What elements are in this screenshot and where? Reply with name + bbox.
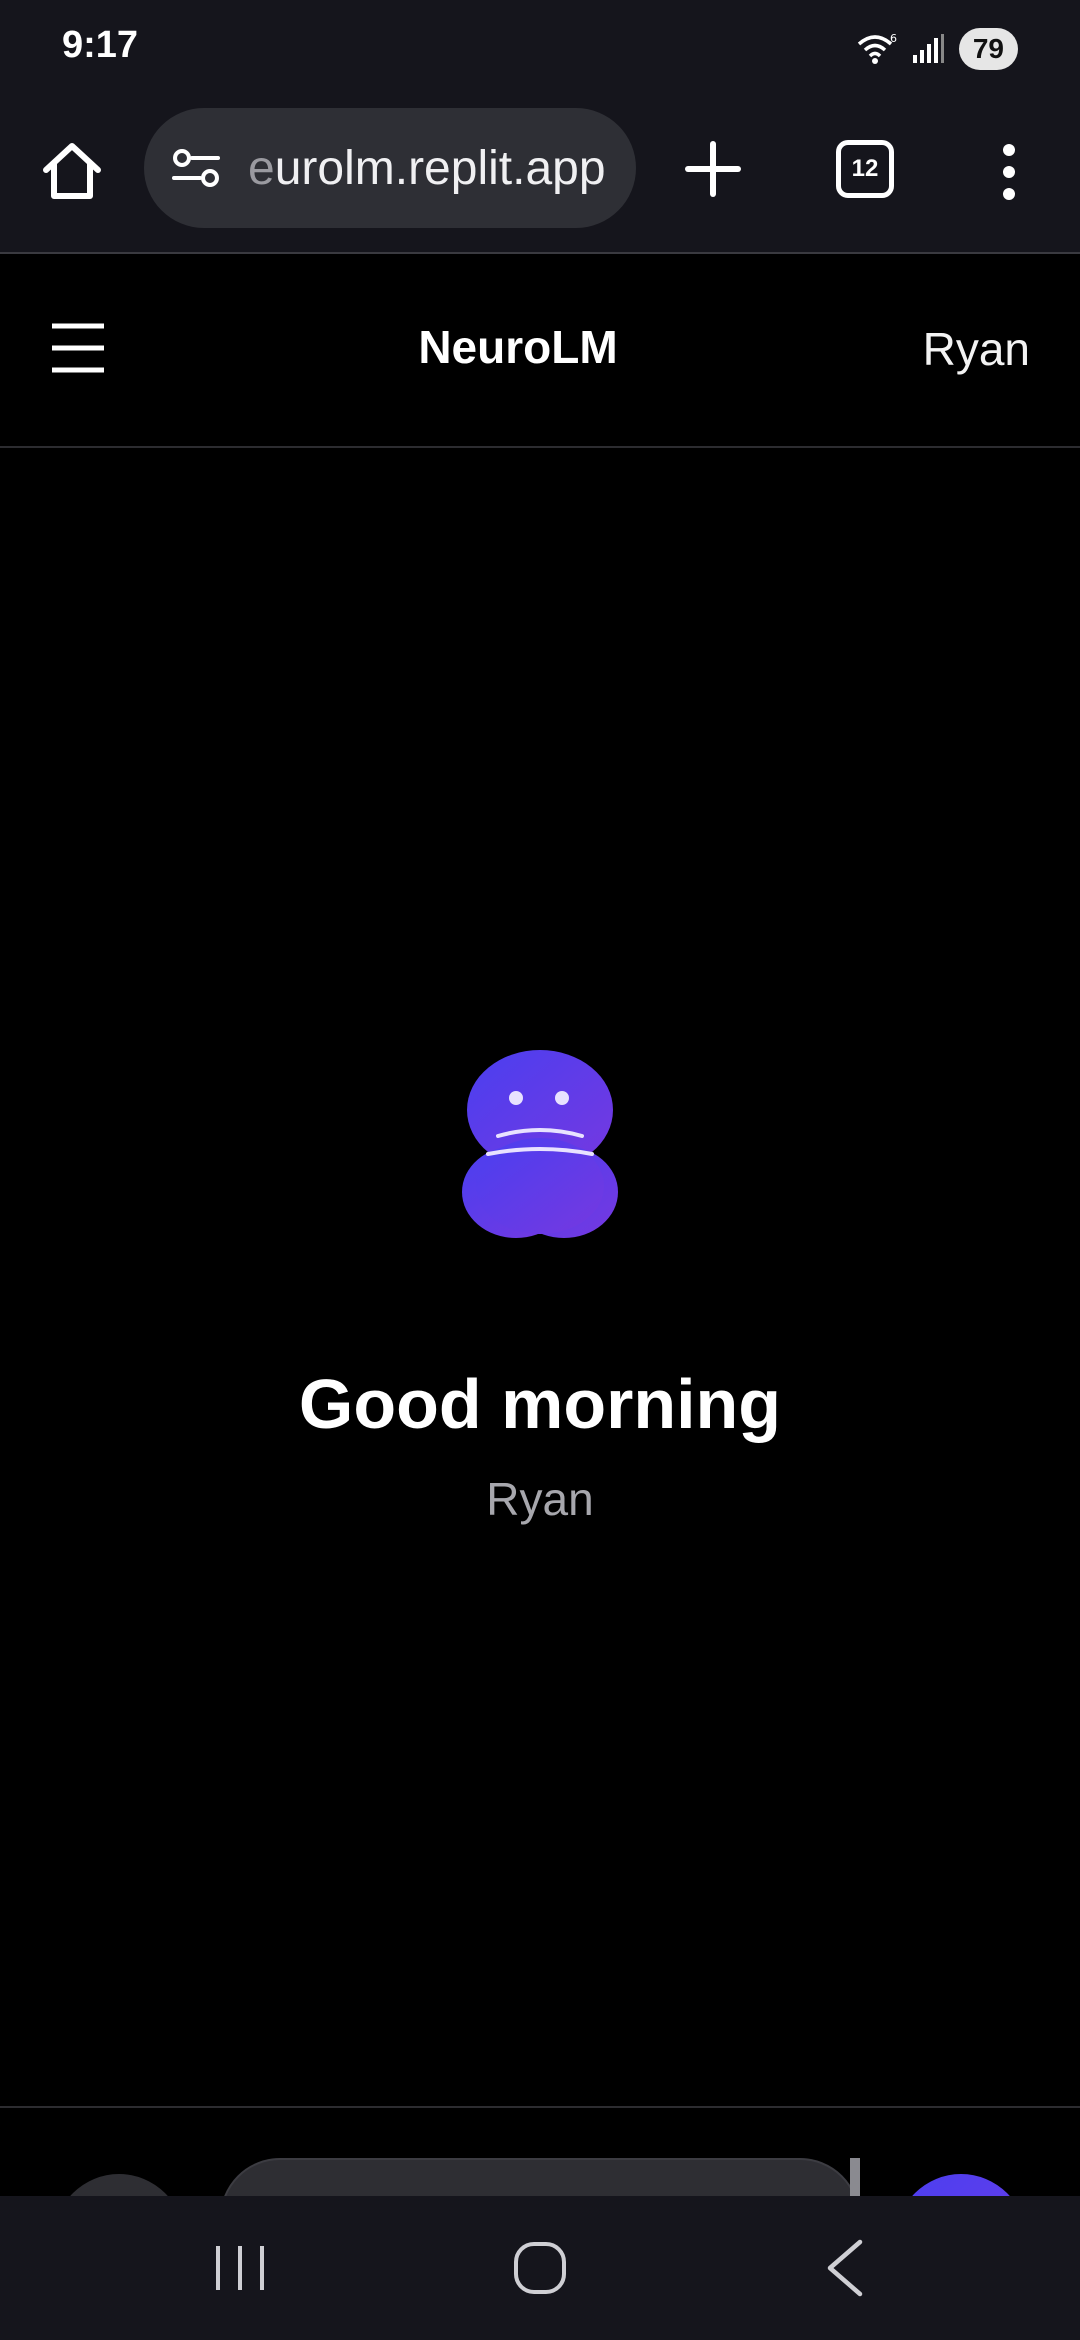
main-area: Good morning Ryan: [0, 448, 1080, 2106]
app-title: NeuroLM: [418, 321, 618, 373]
send-button[interactable]: [896, 2174, 1026, 2196]
url-text[interactable]: eurolm.replit.app: [248, 141, 606, 196]
attach-button[interactable]: [54, 2174, 184, 2196]
brain-icon: [462, 1050, 618, 1238]
chat-composer: [0, 2106, 1080, 2196]
tune-icon[interactable]: [168, 140, 224, 196]
app-header: NeuroLM Ryan: [0, 256, 1080, 448]
address-bar[interactable]: eurolm.replit.app: [144, 108, 636, 228]
status-icons: 6 79: [857, 28, 1018, 70]
more-vert-icon[interactable]: [994, 142, 1024, 202]
message-input[interactable]: [220, 2158, 860, 2196]
url-rest: urolm.replit.app: [274, 141, 606, 195]
home-circle-icon[interactable]: [512, 2240, 568, 2296]
recents-icon[interactable]: [210, 2240, 270, 2296]
system-nav-bar: [0, 2196, 1080, 2340]
svg-text:6: 6: [890, 32, 897, 45]
status-bar: 9:17 6 79: [0, 0, 1080, 100]
status-time: 9:17: [62, 24, 139, 66]
greeting-name: Ryan: [486, 1473, 594, 1525]
plus-icon[interactable]: [680, 136, 746, 202]
user-menu-link[interactable]: Ryan: [923, 322, 1030, 376]
battery-indicator: 79: [958, 28, 1018, 70]
url-fade-char: e: [248, 141, 275, 195]
home-icon[interactable]: [36, 136, 108, 208]
cell-signal-icon: [912, 34, 944, 63]
wifi-6-icon: 6: [857, 32, 897, 64]
tab-switcher-button[interactable]: 12: [836, 140, 894, 198]
greeting-title: Good morning: [298, 1365, 782, 1443]
browser-toolbar: eurolm.replit.app 12: [0, 100, 1080, 254]
scrollbar-thumb[interactable]: [850, 2158, 860, 2196]
back-chevron-icon[interactable]: [820, 2236, 870, 2300]
